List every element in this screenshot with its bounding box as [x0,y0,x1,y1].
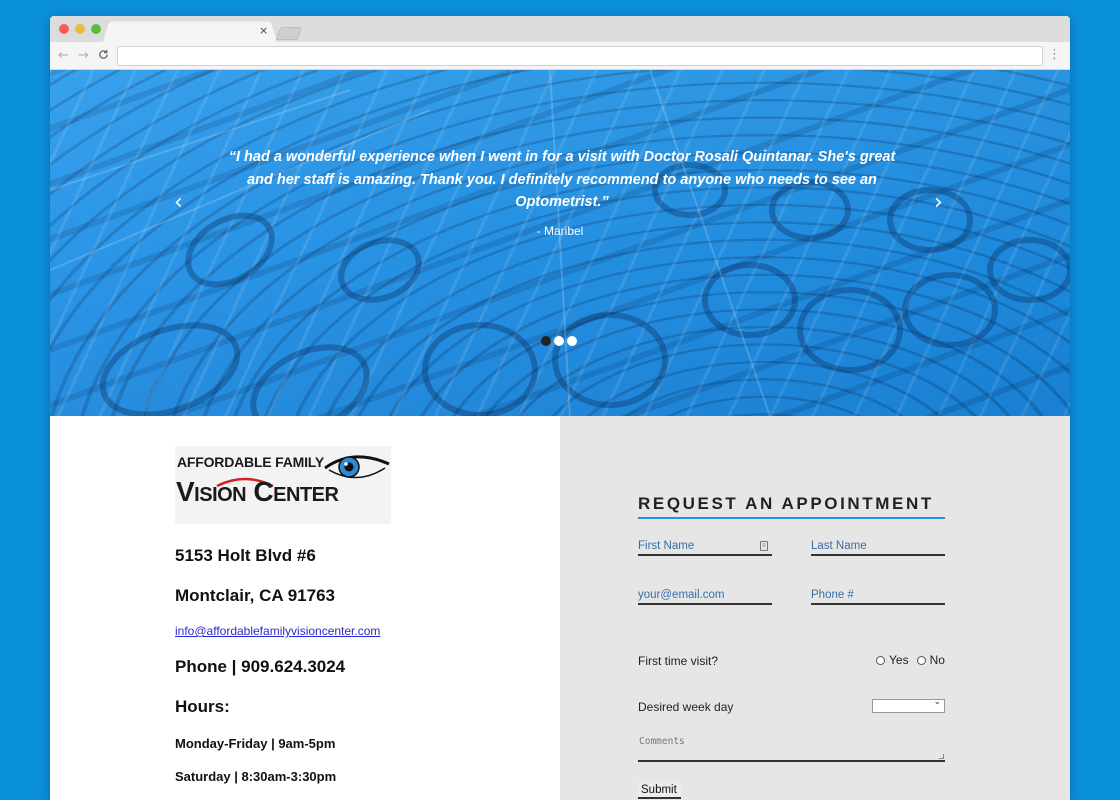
carousel-dot-1[interactable] [541,336,551,346]
email-field[interactable]: your@email.com [638,587,772,605]
window-controls [59,24,101,34]
appointment-form: REQUEST AN APPOINTMENT First Name ≡ Last… [560,416,1070,800]
forward-arrow-icon[interactable]: → [78,48,89,63]
browser-toolbar: ← → ⋮ [50,42,1070,70]
no-radio[interactable] [916,655,926,665]
maximize-window-button[interactable] [91,24,101,34]
yes-radio[interactable] [876,655,885,665]
back-arrow-icon[interactable]: ← [58,48,69,63]
new-tab-button[interactable] [275,27,303,40]
hours-saturday: Saturday | 8:30am-3:30pm [175,769,337,784]
hours-weekday: Monday-Friday | 9am-5pm [175,736,336,751]
email-link[interactable]: info@affordablefamilyvisioncenter.com [175,624,380,638]
phone-field[interactable]: Phone # [811,587,945,605]
browser-tab-bar: × [50,16,1070,44]
first-name-placeholder: First Name [638,540,695,552]
browser-window: × ← → ⋮ ‹ “I had a wonderful experience … [50,16,1070,800]
hours-heading: Hours: [175,697,230,716]
first-name-field[interactable]: First Name ≡ [638,538,772,556]
chevron-down-icon: ⌄ [933,697,941,707]
comments-textarea[interactable]: Comments [638,732,945,762]
last-name-field[interactable]: Last Name [811,538,945,556]
week-day-select[interactable]: ⌄ [872,697,945,713]
week-day-label: Desired week day [638,700,734,714]
form-title: REQUEST AN APPOINTMENT [638,494,945,519]
resize-handle-icon[interactable] [939,754,944,759]
contact-info-panel: AFFORDABLE FAMILY Vision Center 5153 Hol… [50,416,560,800]
reload-icon[interactable] [98,49,109,63]
carousel-dot-2[interactable] [554,336,564,346]
browser-menu-icon[interactable]: ⋮ [1048,47,1061,62]
last-name-placeholder: Last Name [811,540,867,552]
first-visit-label: First time visit? [638,654,719,668]
carousel-next-button[interactable]: › [934,190,943,215]
autofill-icon[interactable]: ≡ [760,541,768,551]
carousel-indicators [541,336,577,346]
address-bar[interactable] [117,46,1043,66]
tab-close-icon[interactable]: × [259,24,268,37]
minimize-window-button[interactable] [75,24,85,34]
logo-text-line1: AFFORDABLE FAMILY [177,454,324,470]
first-visit-radio-group: Yes No [876,653,945,667]
browser-tab[interactable] [102,21,278,44]
testimonial-carousel: ‹ “I had a wonderful experience when I w… [50,70,1070,416]
eyeglasses-background [50,70,1070,416]
email-placeholder: your@email.com [638,589,725,601]
carousel-prev-button[interactable]: ‹ [174,190,183,215]
logo-text-line2: Vision Center [176,476,339,507]
business-logo: AFFORDABLE FAMILY Vision Center [175,446,391,524]
carousel-dot-3[interactable] [567,336,577,346]
close-window-button[interactable] [59,24,69,34]
address-street: 5153 Holt Blvd #6 [175,546,316,565]
address-city: Montclair, CA 91763 [175,586,335,605]
phone-placeholder: Phone # [811,589,854,601]
testimonial-author: - Maribel [536,224,584,238]
testimonial-quote: “I had a wonderful experience when I wen… [228,149,896,210]
comments-placeholder: Comments [639,736,685,747]
no-label: No [929,653,945,667]
submit-button[interactable]: Submit [638,783,681,799]
yes-label: Yes [889,653,909,667]
phone-number: Phone | 909.624.3024 [175,657,346,676]
